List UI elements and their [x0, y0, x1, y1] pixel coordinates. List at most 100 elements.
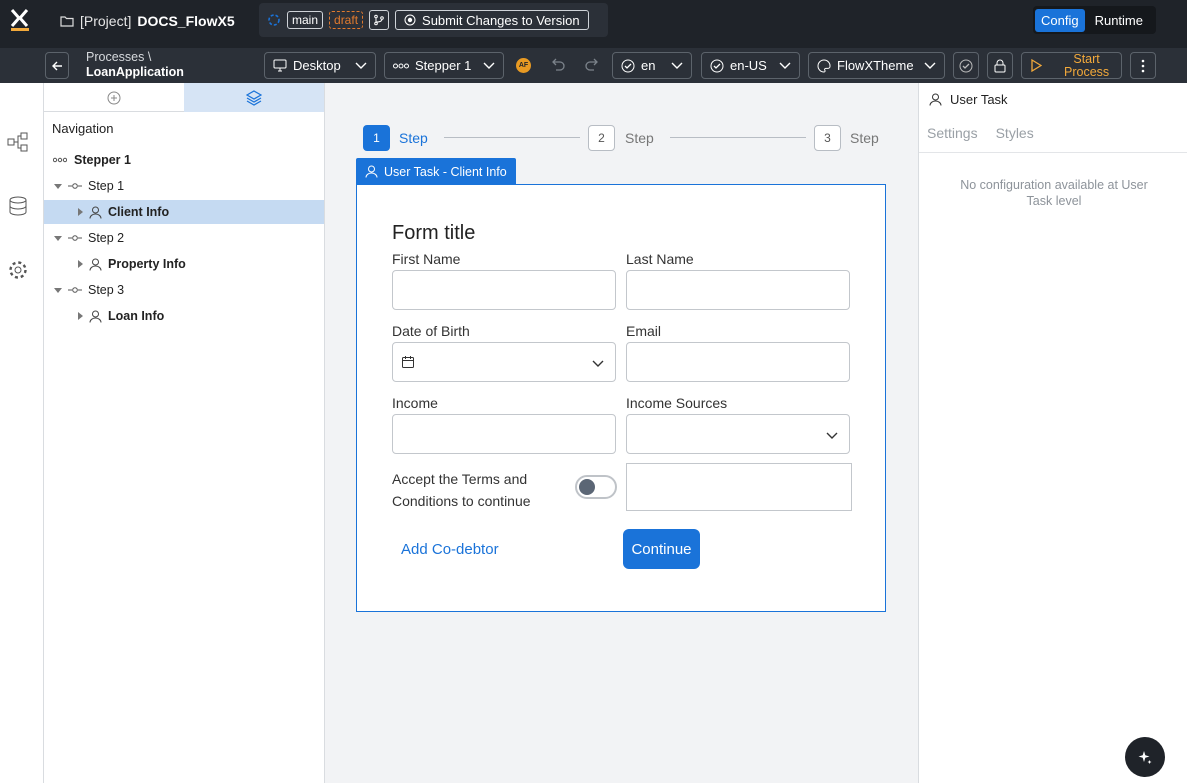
project-prefix: [Project]	[80, 13, 132, 29]
chevron-down-icon	[355, 62, 367, 70]
breadcrumb: Processes \ LoanApplication	[86, 50, 184, 80]
step-1-number[interactable]: 1	[363, 125, 390, 151]
sparkle-icon	[1137, 749, 1153, 765]
mode-config[interactable]: Config	[1035, 8, 1085, 32]
terms-toggle[interactable]	[575, 475, 617, 499]
stepper-select[interactable]: Stepper 1	[384, 52, 504, 79]
git-branch-icon[interactable]	[369, 10, 390, 30]
properties-panel: User Task Settings Styles No configurati…	[918, 83, 1187, 783]
process-flow-icon[interactable]	[7, 131, 29, 153]
step-1-label[interactable]: Step	[399, 130, 428, 146]
dob-label: Date of Birth	[392, 323, 470, 339]
tree-item-stepper[interactable]: Stepper 1	[44, 148, 324, 172]
tab-styles[interactable]: Styles	[996, 125, 1034, 141]
navigation-title: Navigation	[52, 121, 114, 136]
breadcrumb-current: LoanApplication	[86, 65, 184, 79]
calendar-icon[interactable]	[401, 355, 415, 369]
theme-select[interactable]: FlowXTheme	[808, 52, 945, 79]
step-icon	[68, 183, 82, 189]
check-circle-icon	[959, 59, 973, 73]
mode-switch: Config Runtime	[1033, 6, 1156, 34]
form-title: Form title	[392, 222, 476, 244]
caret-right-icon[interactable]	[75, 311, 85, 321]
left-rail	[0, 83, 44, 783]
income-input[interactable]	[392, 414, 616, 454]
locale-select[interactable]: en-US	[701, 52, 800, 79]
palette-icon	[817, 58, 831, 73]
project-name: DOCS_FlowX5	[137, 13, 235, 29]
database-icon[interactable]	[7, 195, 29, 217]
step-2-number[interactable]: 2	[588, 125, 615, 151]
tab-layers[interactable]	[184, 83, 324, 112]
last-name-label: Last Name	[626, 251, 694, 267]
af-badge[interactable]: AF	[516, 58, 531, 73]
canvas: 1 Step 2 Step 3 Step User Task - Client …	[325, 83, 918, 783]
email-input[interactable]	[626, 342, 850, 382]
tree-item-step-3[interactable]: Step 3	[44, 278, 324, 302]
user-task-tag[interactable]: User Task - Client Info	[356, 158, 516, 185]
chevron-down-icon	[924, 62, 936, 70]
user-task-card[interactable]: Form title First Name Last Name Date of …	[356, 184, 886, 612]
user-icon	[929, 93, 942, 106]
branch-controls: main draft Submit Changes to Version	[259, 3, 608, 37]
lock-icon	[994, 59, 1006, 73]
step-3-label[interactable]: Step	[850, 130, 879, 146]
back-button[interactable]	[45, 52, 69, 79]
caret-down-icon[interactable]	[53, 233, 63, 243]
caret-down-icon[interactable]	[53, 181, 63, 191]
tab-add-component[interactable]	[44, 83, 184, 112]
lock-button[interactable]	[987, 52, 1013, 79]
tree-item-step-2[interactable]: Step 2	[44, 226, 324, 250]
submit-changes-button[interactable]: Submit Changes to Version	[395, 10, 589, 30]
record-icon	[404, 14, 416, 26]
more-menu-button[interactable]	[1130, 52, 1156, 79]
add-codebtor-button[interactable]: Add Co-debtor	[401, 541, 499, 558]
flowx-logo[interactable]	[9, 8, 31, 32]
continue-button[interactable]: Continue	[623, 529, 700, 569]
project-title[interactable]: [Project] DOCS_FlowX5	[60, 13, 235, 29]
chevron-down-icon	[483, 62, 495, 70]
navigation-tabs	[44, 83, 324, 112]
settings-gear-icon[interactable]	[7, 259, 29, 281]
breadcrumb-parent[interactable]: Processes \	[86, 50, 184, 65]
branch-badge[interactable]: main	[287, 11, 324, 29]
dob-datepicker[interactable]	[392, 342, 616, 382]
step-3-number[interactable]: 3	[814, 125, 841, 151]
mode-runtime[interactable]: Runtime	[1089, 9, 1149, 32]
folder-icon	[60, 15, 74, 27]
stepper-icon	[53, 157, 67, 163]
step-icon	[68, 287, 82, 293]
first-name-input[interactable]	[392, 270, 616, 310]
terms-label: Accept the Terms and Conditions to conti…	[392, 471, 531, 509]
start-process-button[interactable]: Start Process	[1021, 52, 1122, 79]
redo-icon[interactable]	[584, 57, 600, 73]
arrow-left-icon	[51, 60, 63, 72]
ai-assistant-button[interactable]	[1125, 737, 1165, 777]
step-2-label[interactable]: Step	[625, 130, 654, 146]
user-icon	[89, 206, 102, 219]
language-select[interactable]: en	[612, 52, 692, 79]
income-sources-label: Income Sources	[626, 395, 728, 411]
panel-title: User Task	[950, 92, 1008, 107]
tree-item-property-info[interactable]: Property Info	[44, 252, 324, 276]
caret-right-icon[interactable]	[75, 259, 85, 269]
empty-container[interactable]	[626, 463, 852, 511]
income-sources-select[interactable]	[626, 414, 850, 454]
last-name-input[interactable]	[626, 270, 850, 310]
undo-icon[interactable]	[550, 57, 566, 73]
stepper: 1 Step 2 Step 3 Step	[363, 125, 883, 151]
validate-button[interactable]	[953, 52, 979, 79]
tree-item-client-info[interactable]: Client Info	[44, 200, 324, 224]
tab-settings[interactable]: Settings	[927, 125, 978, 141]
tree-item-loan-info[interactable]: Loan Info	[44, 304, 324, 328]
chevron-down-icon	[671, 62, 683, 70]
check-circle-icon	[710, 59, 724, 73]
device-select[interactable]: Desktop	[264, 52, 376, 79]
sync-icon	[267, 13, 281, 27]
step-connector	[444, 137, 580, 138]
income-label: Income	[392, 395, 438, 411]
panel-header: User Task	[929, 92, 1008, 107]
caret-right-icon[interactable]	[75, 207, 85, 217]
caret-down-icon[interactable]	[53, 285, 63, 295]
tree-item-step-1[interactable]: Step 1	[44, 174, 324, 198]
